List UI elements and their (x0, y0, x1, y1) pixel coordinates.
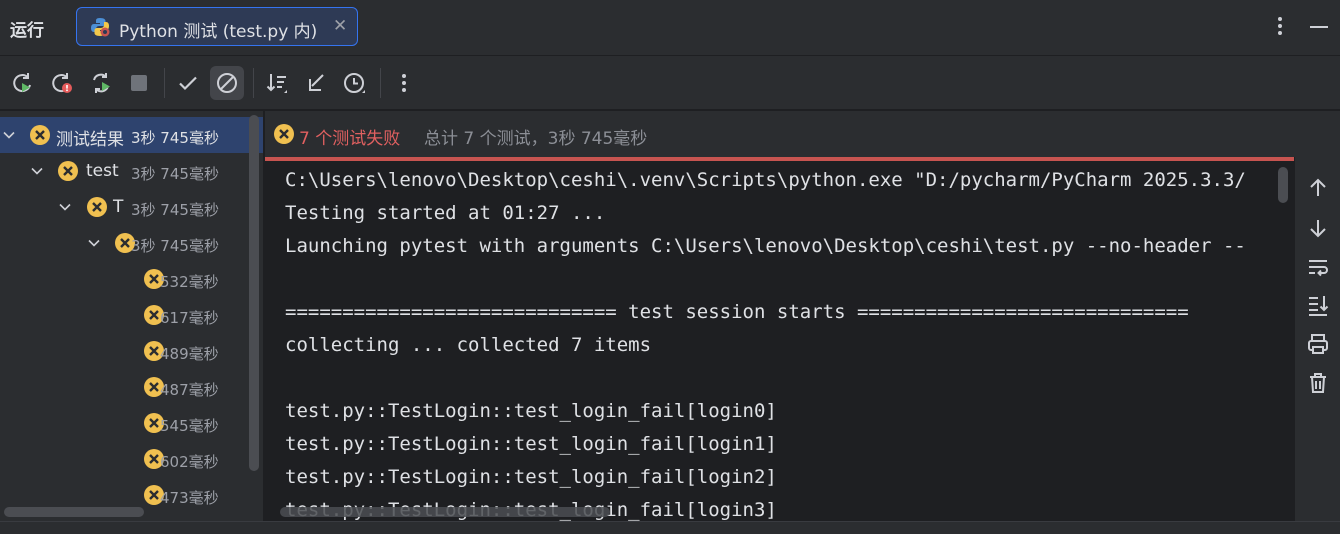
rerun-icon (13, 73, 31, 92)
soft-wrap-icon[interactable] (1306, 255, 1330, 279)
ignored-icon (217, 73, 237, 93)
rerun-automatically-icon (93, 73, 110, 93)
tree-vertical-scrollbar[interactable] (249, 115, 259, 471)
clock-icon (344, 73, 365, 93)
test-failed-icon (30, 125, 50, 145)
console-horizontal-scrollbar[interactable] (280, 507, 610, 517)
import-tests-icon (309, 74, 324, 91)
show-passed-button[interactable] (171, 66, 205, 100)
trash-icon[interactable] (1306, 371, 1330, 395)
tree-case-time: 617毫秒 (160, 309, 219, 327)
tree-case-row[interactable]: 489毫秒 (0, 333, 263, 369)
console-vertical-scrollbar[interactable] (1278, 167, 1288, 203)
tree-file-label: test (86, 161, 119, 181)
console-line: test.py::TestLogin::test_login_fail[logi… (285, 400, 777, 422)
summary-text: 总计 7 个测试，3秒 745毫秒 (424, 129, 648, 149)
stop-button[interactable] (122, 66, 156, 100)
test-failed-icon (274, 124, 294, 144)
arrow-up-icon[interactable] (1306, 176, 1330, 200)
tree-class-label: T (113, 197, 124, 217)
run-config-tab[interactable]: Python 测试 (test.py 内) ✕ (76, 7, 358, 46)
console-line: test.py::TestLogin::test_login_fail[logi… (285, 466, 777, 488)
run-tool-window-header: 运行 Python 测试 (test.py 内) ✕ (0, 0, 1340, 56)
toolbar-separator (380, 68, 381, 98)
tree-file-row[interactable]: test 3秒 745毫秒 (0, 153, 263, 189)
scroll-to-end-icon[interactable] (1306, 293, 1330, 317)
tree-root-time: 3秒 745毫秒 (131, 129, 219, 147)
rerun-failed-icon (52, 73, 72, 93)
toolbar-separator (253, 68, 254, 98)
console-line: C:\Users\lenovo\Desktop\ceshi\.venv\Scri… (285, 169, 1246, 191)
rerun-button[interactable] (6, 66, 40, 100)
tree-case-time: 487毫秒 (160, 381, 219, 399)
test-history-button[interactable] (338, 66, 372, 100)
sort-icon (266, 74, 287, 93)
tree-case-time: 489毫秒 (160, 345, 219, 363)
tool-window-title: 运行 (10, 21, 44, 41)
sort-button[interactable] (260, 66, 294, 100)
print-icon[interactable] (1306, 332, 1330, 356)
chevron-down-icon[interactable] (87, 236, 101, 250)
tree-case-row[interactable]: 617毫秒 (0, 297, 263, 333)
tree-case-time: 473毫秒 (160, 489, 219, 507)
test-failed-icon (87, 197, 107, 217)
show-ignored-button[interactable] (210, 66, 244, 100)
chevron-down-icon[interactable] (58, 200, 72, 214)
tree-file-time: 3秒 745毫秒 (131, 165, 219, 183)
minimize-icon[interactable] (1310, 26, 1328, 28)
console-side-toolbar (1294, 157, 1340, 534)
chevron-down-icon[interactable] (30, 164, 44, 178)
test-status-bar: 7 个测试失败 总计 7 个测试，3秒 745毫秒 (265, 111, 1340, 157)
toolbar-separator (164, 68, 165, 98)
failed-count-text: 7 个测试失败 (299, 129, 401, 149)
console-output[interactable]: C:\Users\lenovo\Desktop\ceshi\.venv\Scri… (265, 161, 1292, 521)
bottom-edge (0, 521, 1340, 534)
test-results-tree: 测试结果 3秒 745毫秒 test 3秒 745毫秒 T 3秒 745毫秒 3… (0, 111, 264, 534)
rerun-failed-button[interactable] (45, 66, 79, 100)
more-actions-button[interactable] (387, 66, 421, 100)
console-line: Testing started at 01:27 ... (285, 202, 606, 224)
tree-method-time: 3秒 745毫秒 (131, 237, 219, 255)
more-vertical-icon (402, 74, 406, 92)
import-tests-button[interactable] (299, 66, 333, 100)
tree-method-row[interactable]: 3秒 745毫秒 (0, 225, 263, 261)
close-tab-icon[interactable]: ✕ (333, 16, 347, 36)
console-line: ============================= test sessi… (285, 301, 1189, 323)
chevron-down-icon[interactable] (2, 128, 16, 142)
test-failed-icon (58, 161, 78, 181)
stop-icon (131, 75, 147, 91)
more-options-icon[interactable] (1270, 14, 1290, 38)
arrow-down-icon[interactable] (1306, 216, 1330, 240)
tab-label: Python 测试 (test.py 内) (119, 22, 318, 42)
tree-root-label: 测试结果 (56, 130, 124, 150)
tree-case-time: 602毫秒 (160, 453, 219, 471)
tree-case-time: 532毫秒 (160, 273, 219, 291)
run-toolbar (0, 56, 1340, 110)
checkmark-icon (179, 76, 197, 91)
tree-case-row[interactable]: 545毫秒 (0, 405, 263, 441)
tree-case-row[interactable]: 487毫秒 (0, 369, 263, 405)
rerun-automatically-button[interactable] (84, 66, 118, 100)
tree-root-row[interactable]: 测试结果 3秒 745毫秒 (0, 117, 263, 153)
tree-class-time: 3秒 745毫秒 (131, 201, 219, 219)
tree-case-row[interactable]: 602毫秒 (0, 441, 263, 477)
console-line: test.py::TestLogin::test_login_fail[logi… (285, 433, 777, 455)
console-line: Launching pytest with arguments C:\Users… (285, 235, 1246, 257)
python-test-icon (91, 18, 110, 37)
tree-case-time: 545毫秒 (160, 417, 219, 435)
tree-horizontal-scrollbar[interactable] (4, 507, 144, 517)
tree-case-row[interactable]: 532毫秒 (0, 261, 263, 297)
console-line: collecting ... collected 7 items (285, 334, 652, 356)
tree-class-row[interactable]: T 3秒 745毫秒 (0, 189, 263, 225)
